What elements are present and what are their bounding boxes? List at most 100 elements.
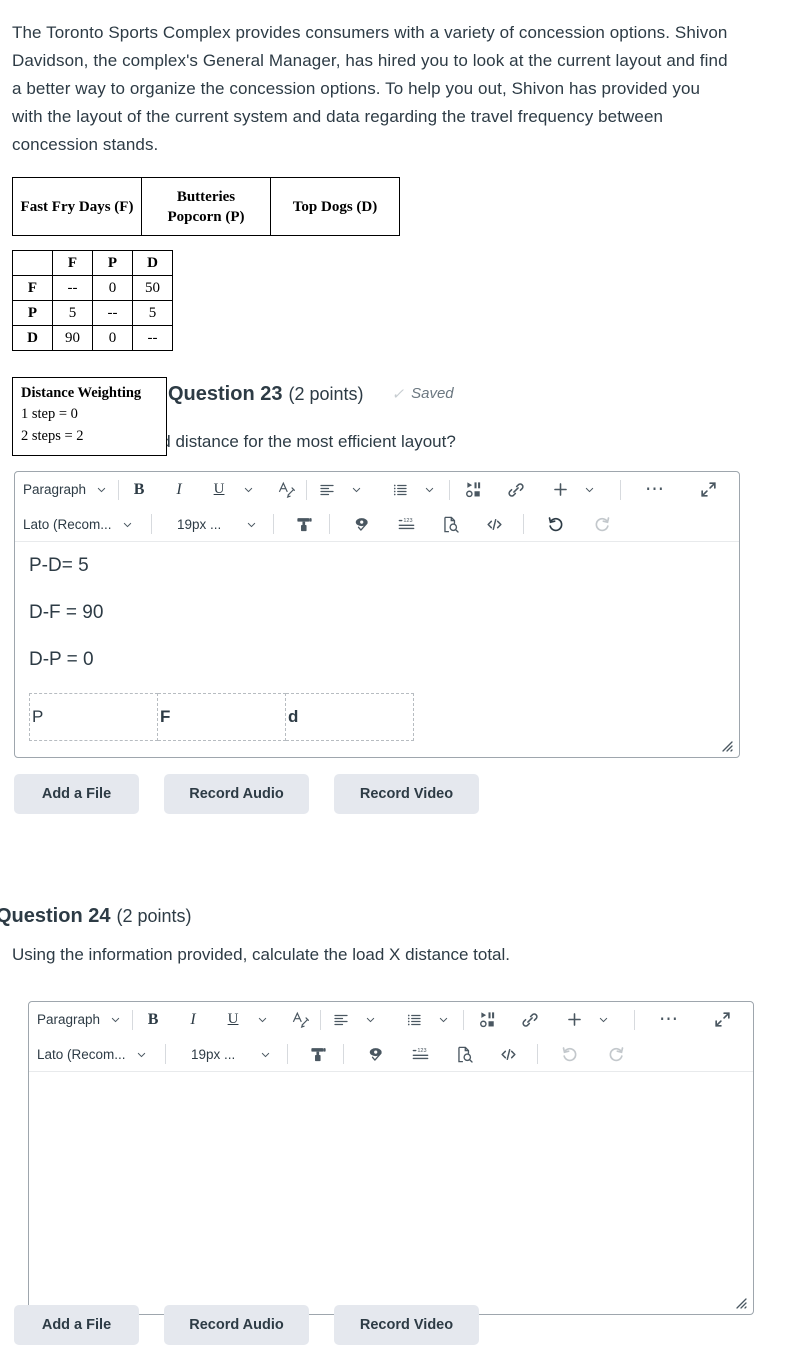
plus-icon[interactable] <box>561 1007 587 1033</box>
list-dropdown[interactable] <box>401 1007 456 1033</box>
cell-d-d: -- <box>132 325 173 351</box>
editor-toolbar: Paragraph B I U ⋯ Lato (Recom... 19px ..… <box>15 472 739 542</box>
question-24-title: Question 24 <box>0 905 111 927</box>
distance-weighting-row-1: 1 step = 0 <box>21 406 78 422</box>
stand-cell-p: Butteries Popcorn (P) <box>141 177 271 236</box>
table-row: Fast Fry Days (F) Butteries Popcorn (P) … <box>12 177 400 236</box>
chevron-down-icon[interactable] <box>590 1007 616 1033</box>
chevron-down-icon[interactable] <box>249 1007 275 1033</box>
align-left-icon[interactable] <box>314 477 340 503</box>
italic-icon[interactable]: I <box>166 477 192 503</box>
chevron-down-icon[interactable] <box>576 477 602 503</box>
italic-icon[interactable]: I <box>180 1007 206 1033</box>
fullscreen-icon[interactable] <box>695 477 721 503</box>
bold-icon[interactable]: B <box>126 477 152 503</box>
text-color-icon[interactable] <box>287 1007 313 1033</box>
divider <box>634 1009 636 1030</box>
answer-cell-f[interactable]: F <box>157 693 286 741</box>
table-header-row: F P D <box>12 250 173 276</box>
align-dropdown[interactable] <box>328 1007 383 1033</box>
spellcheck-icon[interactable] <box>363 1041 389 1067</box>
editor-toolbar-row-2: Lato (Recom... 19px ... 123 <box>29 1037 753 1072</box>
underline-dropdown[interactable]: U <box>206 477 261 503</box>
font-size-select[interactable]: 19px ... <box>187 1041 275 1067</box>
media-icon[interactable] <box>461 477 487 503</box>
distance-weighting-row-2: 2 steps = 2 <box>21 428 84 444</box>
svg-text:123: 123 <box>403 518 412 524</box>
bulleted-list-icon[interactable] <box>401 1007 427 1033</box>
resize-grip-icon[interactable] <box>732 1294 748 1310</box>
block-format-select[interactable]: Paragraph <box>33 1007 125 1033</box>
line-numbers-icon[interactable]: 123 <box>407 1041 433 1067</box>
underline-dropdown[interactable]: U <box>220 1007 275 1033</box>
table-row: D 90 0 -- <box>12 325 173 351</box>
insert-dropdown[interactable] <box>547 477 602 503</box>
editor-content-area[interactable]: P-D= 5 D-F = 90 D-P = 0 P F d <box>15 542 739 757</box>
line-numbers-icon[interactable]: 123 <box>393 511 419 537</box>
chevron-down-icon <box>260 1049 271 1060</box>
record-video-button[interactable]: Record Video <box>334 774 479 814</box>
divider <box>320 1009 322 1030</box>
link-icon[interactable] <box>517 1007 543 1033</box>
question-24-prompt: Using the information provided, calculat… <box>12 945 511 964</box>
question-24-header: Question 24 (2 points) <box>0 903 192 929</box>
insert-dropdown[interactable] <box>561 1007 616 1033</box>
code-view-icon[interactable] <box>481 511 507 537</box>
divider <box>329 514 330 534</box>
link-icon[interactable] <box>503 477 529 503</box>
divider <box>306 479 308 500</box>
record-audio-button[interactable]: Record Audio <box>164 774 309 814</box>
fullscreen-icon[interactable] <box>709 1007 735 1033</box>
code-view-icon[interactable] <box>495 1041 521 1067</box>
undo-icon[interactable] <box>557 1041 583 1067</box>
editor-answer-table[interactable]: P F d <box>29 693 414 741</box>
editor-toolbar: Paragraph B I U ⋯ Lato (Recom... 19px ..… <box>29 1002 753 1072</box>
bold-icon[interactable]: B <box>140 1007 166 1033</box>
question-24-points: (2 points) <box>116 906 192 926</box>
font-size-select[interactable]: 19px ... <box>173 511 261 537</box>
more-options-icon[interactable]: ⋯ <box>656 1007 683 1033</box>
block-format-select[interactable]: Paragraph <box>19 477 111 503</box>
format-painter-icon[interactable] <box>291 511 317 537</box>
chevron-down-icon[interactable] <box>430 1007 456 1033</box>
rich-content-editor-question-23: Paragraph B I U ⋯ Lato (Recom... 19px ..… <box>14 471 740 758</box>
resize-grip-icon[interactable] <box>718 737 734 753</box>
underline-icon[interactable]: U <box>206 477 232 503</box>
align-dropdown[interactable] <box>314 477 369 503</box>
add-a-file-button[interactable]: Add a File <box>14 1305 139 1345</box>
editor-content-area[interactable] <box>29 1072 753 1314</box>
align-left-icon[interactable] <box>328 1007 354 1033</box>
redo-icon[interactable] <box>589 511 615 537</box>
saved-label: Saved <box>411 385 454 402</box>
cell-d-p: 0 <box>92 325 133 351</box>
document-search-icon[interactable] <box>437 511 463 537</box>
format-painter-icon[interactable] <box>305 1041 331 1067</box>
record-video-button[interactable]: Record Video <box>334 1305 479 1345</box>
media-icon[interactable] <box>475 1007 501 1033</box>
underline-icon[interactable]: U <box>220 1007 246 1033</box>
plus-icon[interactable] <box>547 477 573 503</box>
divider <box>151 514 152 534</box>
cell-p-p: -- <box>92 300 133 326</box>
text-color-icon[interactable] <box>273 477 299 503</box>
record-audio-button[interactable]: Record Audio <box>164 1305 309 1345</box>
answer-cell-p[interactable]: P <box>29 693 158 741</box>
chevron-down-icon[interactable] <box>235 477 261 503</box>
font-family-select[interactable]: Lato (Recom... <box>19 511 137 537</box>
font-family-select[interactable]: Lato (Recom... <box>33 1041 151 1067</box>
matrix-corner-cell <box>12 250 53 276</box>
editor-toolbar-row-1: Paragraph B I U ⋯ <box>15 472 739 507</box>
undo-icon[interactable] <box>543 511 569 537</box>
more-options-icon[interactable]: ⋯ <box>642 477 669 503</box>
cell-p-d: 5 <box>132 300 173 326</box>
chevron-down-icon[interactable] <box>357 1007 383 1033</box>
document-search-icon[interactable] <box>451 1041 477 1067</box>
chevron-down-icon[interactable] <box>416 477 442 503</box>
add-a-file-button[interactable]: Add a File <box>14 774 139 814</box>
spellcheck-icon[interactable] <box>349 511 375 537</box>
bulleted-list-icon[interactable] <box>387 477 413 503</box>
redo-icon[interactable] <box>603 1041 629 1067</box>
chevron-down-icon[interactable] <box>343 477 369 503</box>
list-dropdown[interactable] <box>387 477 442 503</box>
answer-cell-d[interactable]: d <box>285 693 414 741</box>
